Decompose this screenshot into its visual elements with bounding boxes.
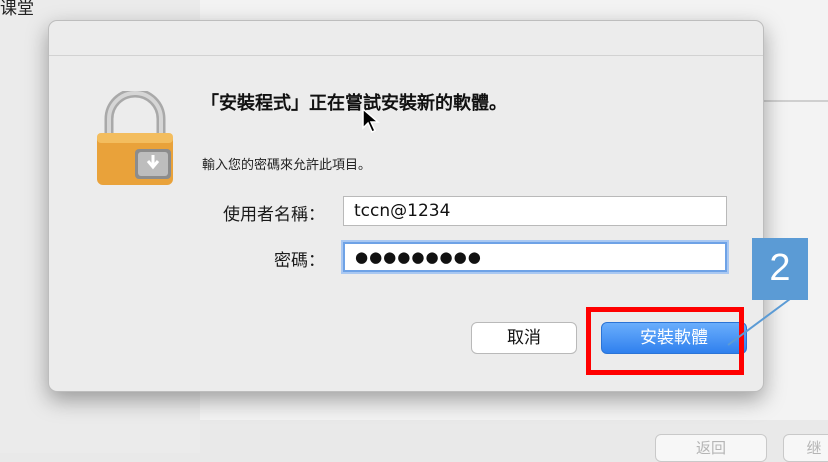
highlight-box <box>586 307 744 375</box>
cancel-button[interactable]: 取消 <box>471 322 577 354</box>
back-button[interactable]: 返回 <box>655 434 767 462</box>
background-divider <box>760 100 828 102</box>
dialog-subtext: 輸入您的密碼來允許此項目。 <box>202 158 372 173</box>
background-fragment-text: 课堂 <box>0 0 34 19</box>
mouse-cursor-icon <box>362 108 381 134</box>
password-label: 密碼： <box>274 251 325 271</box>
password-field[interactable]: ●●●●●●●●● <box>343 242 727 272</box>
lock-installer-icon <box>97 91 173 185</box>
continue-button[interactable]: 继 <box>783 434 828 462</box>
dialog-titlebar <box>49 21 763 56</box>
username-label: 使用者名稱： <box>223 205 325 225</box>
step-number-badge: 2 <box>752 238 808 300</box>
dialog-heading: 「安裝程式」正在嘗試安裝新的軟體。 <box>201 93 507 114</box>
username-field[interactable]: tccn@1234 <box>343 196 727 226</box>
